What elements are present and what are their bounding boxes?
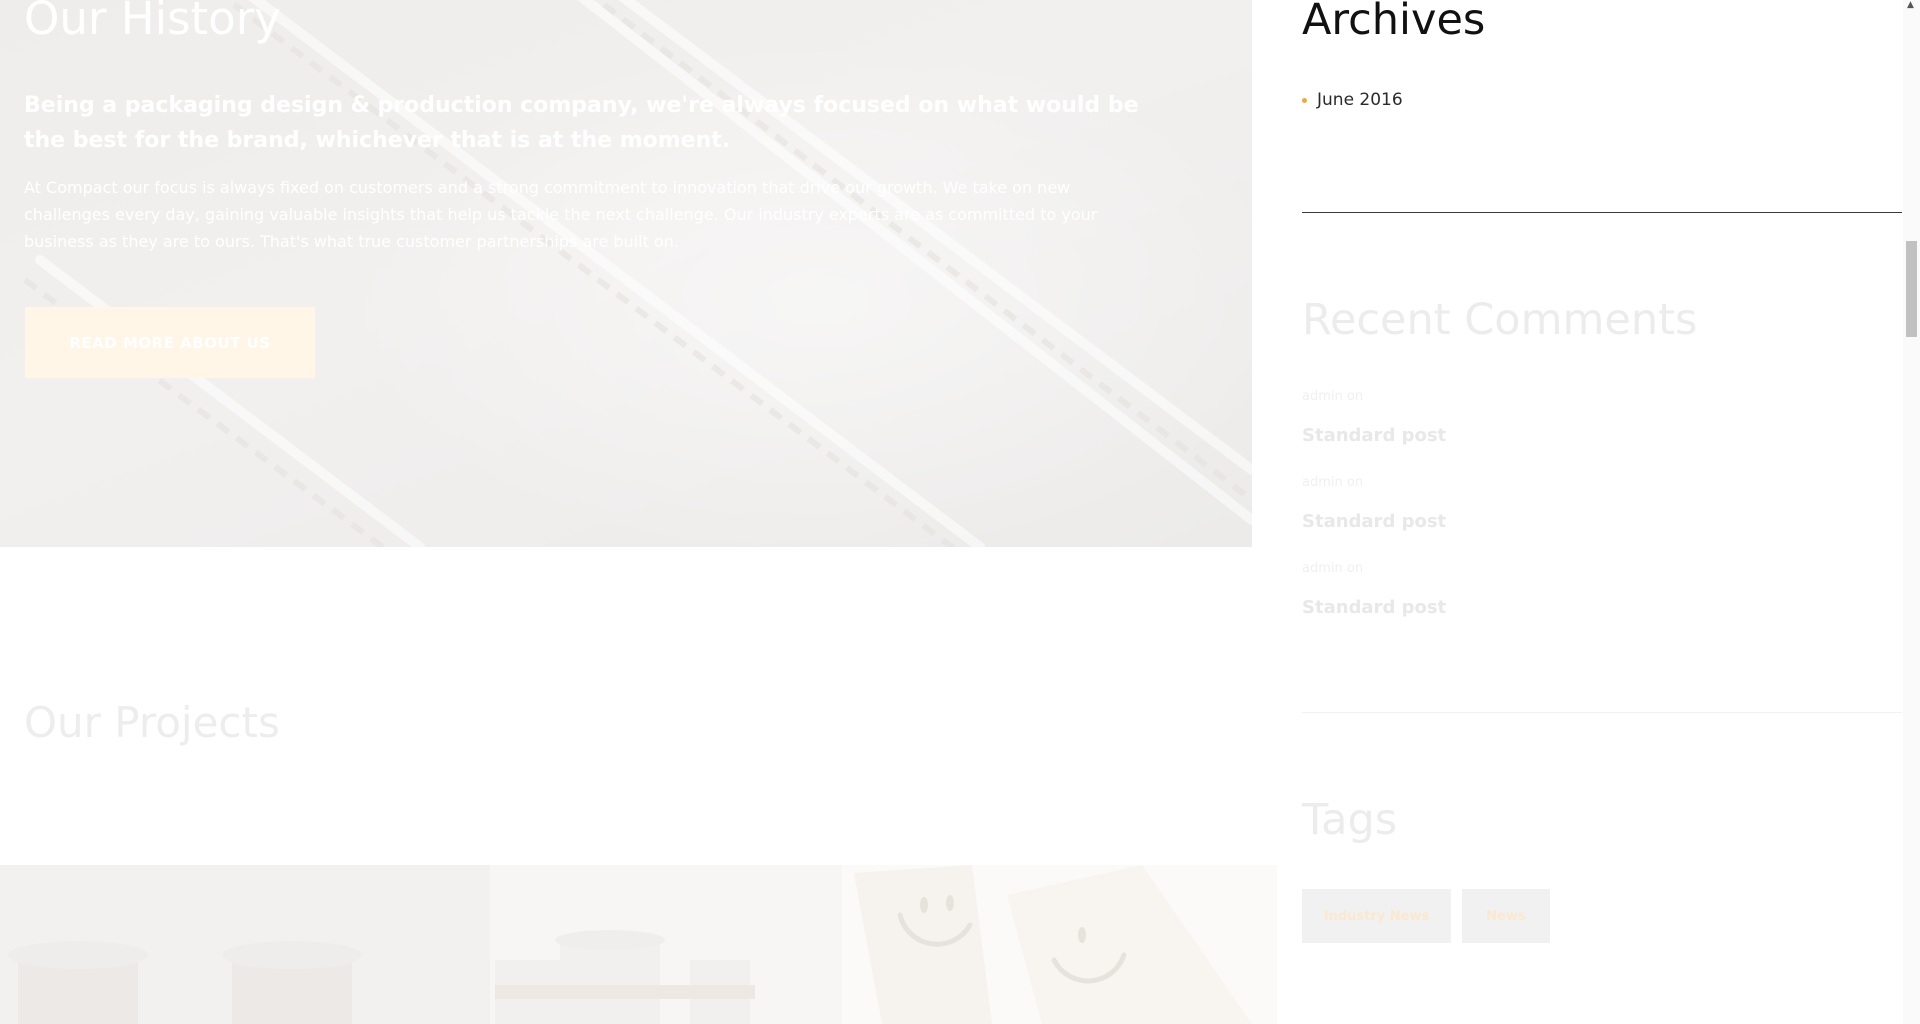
comment-author-link[interactable]: admin xyxy=(1302,389,1343,404)
bullet-icon xyxy=(1302,97,1307,103)
recent-comments-title: Recent Comments xyxy=(1302,295,1698,345)
comment-post-link[interactable]: Standard post xyxy=(1302,511,1446,532)
tag-industry-news[interactable]: Industry News xyxy=(1302,889,1451,943)
comment-meta: admin on xyxy=(1302,561,1363,576)
archives-title: Archives xyxy=(1302,0,1486,45)
read-more-button[interactable]: READ MORE ABOUT US xyxy=(25,307,315,378)
sidebar: Archives June 2016 Recent Comments admin… xyxy=(1302,0,1902,1024)
comment-on-text: on xyxy=(1346,389,1364,404)
archive-link-june-2016[interactable]: June 2016 xyxy=(1317,90,1403,110)
comment-author-link[interactable]: admin xyxy=(1302,475,1343,490)
tag-news[interactable]: News xyxy=(1462,889,1550,943)
history-lead: Being a packaging design & production co… xyxy=(24,93,1139,153)
project-coffee-cups-image[interactable] xyxy=(0,865,842,1024)
projects-gallery xyxy=(0,865,1277,1024)
history-body: At Compact our focus is always fixed on … xyxy=(24,178,1098,251)
scrollbar-thumb[interactable] xyxy=(1906,241,1917,337)
history-section: Our History Being a packaging design & p… xyxy=(0,0,1252,547)
comment-author-link[interactable]: admin xyxy=(1302,561,1343,576)
project-smiley-bags-image[interactable] xyxy=(842,865,1277,1024)
widget-divider xyxy=(1302,712,1902,713)
comment-meta: admin on xyxy=(1302,389,1363,404)
comment-on-text: on xyxy=(1346,561,1364,576)
cardboard-background-image xyxy=(23,0,1252,547)
comment-post-link[interactable]: Standard post xyxy=(1302,425,1446,446)
projects-title: Our Projects xyxy=(24,698,280,747)
history-title: Our History xyxy=(24,0,281,45)
scroll-up-arrow-icon[interactable]: ▲ xyxy=(1907,1,1914,10)
archive-item: June 2016 xyxy=(1302,90,1403,110)
comment-meta: admin on xyxy=(1302,475,1363,490)
widget-divider xyxy=(1302,212,1902,213)
tags-title: Tags xyxy=(1302,795,1398,845)
page-scrollbar[interactable]: ▲ xyxy=(1903,0,1920,1024)
comment-on-text: on xyxy=(1346,475,1364,490)
comment-post-link[interactable]: Standard post xyxy=(1302,597,1446,618)
